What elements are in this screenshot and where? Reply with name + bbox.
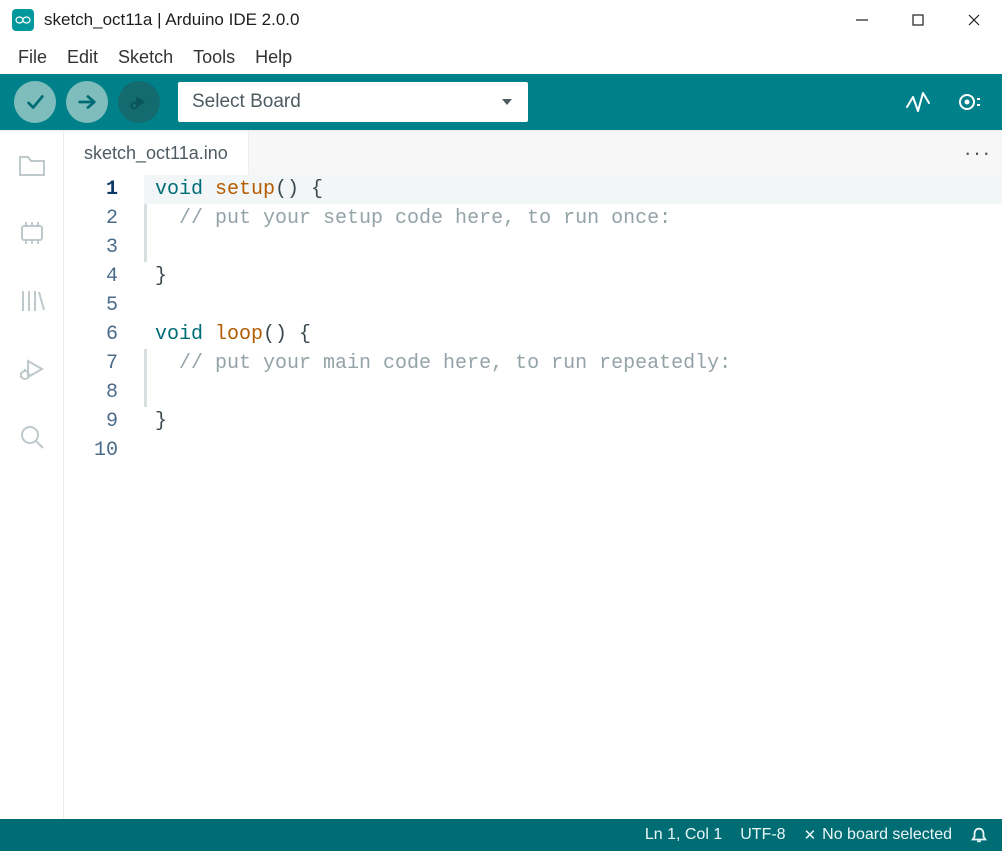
- upload-button[interactable]: [66, 81, 108, 123]
- chevron-down-icon: [500, 95, 514, 109]
- line-number: 3: [64, 233, 118, 262]
- tab-bar: sketch_oct11a.ino ···: [64, 131, 1002, 175]
- line-number: 7: [64, 349, 118, 378]
- titlebar: sketch_oct11a | Arduino IDE 2.0.0: [0, 0, 1002, 40]
- window-title: sketch_oct11a | Arduino IDE 2.0.0: [44, 10, 299, 30]
- line-number: 4: [64, 262, 118, 291]
- bell-icon: [970, 826, 988, 844]
- line-number: 5: [64, 291, 118, 320]
- board-selector[interactable]: Select Board: [178, 82, 528, 122]
- sidebar-boards-manager[interactable]: [8, 209, 56, 257]
- tab-active[interactable]: sketch_oct11a.ino: [64, 131, 249, 175]
- sidebar-debug[interactable]: [8, 345, 56, 393]
- sidebar-library-manager[interactable]: [8, 277, 56, 325]
- menu-edit[interactable]: Edit: [57, 43, 108, 72]
- status-encoding[interactable]: UTF-8: [740, 826, 785, 844]
- folder-icon: [16, 149, 48, 181]
- menu-tools[interactable]: Tools: [183, 43, 245, 72]
- tab-more-button[interactable]: ···: [954, 131, 1002, 175]
- code-line[interactable]: }: [144, 407, 1002, 436]
- search-icon: [16, 421, 48, 453]
- minimize-button[interactable]: [834, 0, 890, 40]
- board-selector-label: Select Board: [192, 91, 301, 113]
- line-number: 6: [64, 320, 118, 349]
- line-number: 2: [64, 204, 118, 233]
- code-editor[interactable]: 12345678910 void setup() { // put your s…: [64, 175, 1002, 819]
- verify-button[interactable]: [14, 81, 56, 123]
- code-line[interactable]: void setup() {: [144, 175, 1002, 204]
- close-icon: ✕: [804, 826, 817, 844]
- code-line[interactable]: }: [144, 262, 1002, 291]
- code-line[interactable]: [144, 378, 1002, 407]
- close-button[interactable]: [946, 0, 1002, 40]
- ellipsis-icon: ···: [964, 140, 992, 166]
- line-number: 8: [64, 378, 118, 407]
- code-line[interactable]: // put your main code here, to run repea…: [144, 349, 1002, 378]
- status-encoding-label: UTF-8: [740, 826, 785, 844]
- main-area: sketch_oct11a.ino ··· 12345678910 void s…: [0, 130, 1002, 819]
- debug-icon: [16, 353, 48, 385]
- status-cursor-position[interactable]: Ln 1, Col 1: [645, 826, 722, 844]
- board-icon: [16, 217, 48, 249]
- code-line[interactable]: void loop() {: [144, 320, 1002, 349]
- status-position-label: Ln 1, Col 1: [645, 826, 722, 844]
- debug-button[interactable]: [118, 81, 160, 123]
- serial-plotter-button[interactable]: [898, 82, 938, 122]
- activity-bar: [0, 131, 64, 819]
- menubar: File Edit Sketch Tools Help: [0, 40, 1002, 74]
- status-bar: Ln 1, Col 1 UTF-8 ✕ No board selected: [0, 819, 1002, 851]
- line-number: 1: [64, 175, 118, 204]
- status-board-label: No board selected: [822, 826, 952, 844]
- line-number: 10: [64, 436, 118, 465]
- editor-area: sketch_oct11a.ino ··· 12345678910 void s…: [64, 131, 1002, 819]
- serial-monitor-button[interactable]: [948, 82, 988, 122]
- status-notifications[interactable]: [970, 826, 988, 844]
- sidebar-search[interactable]: [8, 413, 56, 461]
- line-number: 9: [64, 407, 118, 436]
- tab-label: sketch_oct11a.ino: [84, 143, 228, 164]
- line-number-gutter: 12345678910: [64, 175, 144, 819]
- toolbar: Select Board: [0, 74, 1002, 130]
- menu-help[interactable]: Help: [245, 43, 302, 72]
- maximize-button[interactable]: [890, 0, 946, 40]
- menu-sketch[interactable]: Sketch: [108, 43, 183, 72]
- arduino-logo-icon: [12, 9, 34, 31]
- code-line[interactable]: [144, 436, 1002, 465]
- library-icon: [16, 285, 48, 317]
- code-content[interactable]: void setup() { // put your setup code he…: [144, 175, 1002, 819]
- code-line[interactable]: [144, 291, 1002, 320]
- code-line[interactable]: [144, 233, 1002, 262]
- sidebar-explorer[interactable]: [8, 141, 56, 189]
- status-board[interactable]: ✕ No board selected: [804, 826, 952, 844]
- menu-file[interactable]: File: [8, 43, 57, 72]
- code-line[interactable]: // put your setup code here, to run once…: [144, 204, 1002, 233]
